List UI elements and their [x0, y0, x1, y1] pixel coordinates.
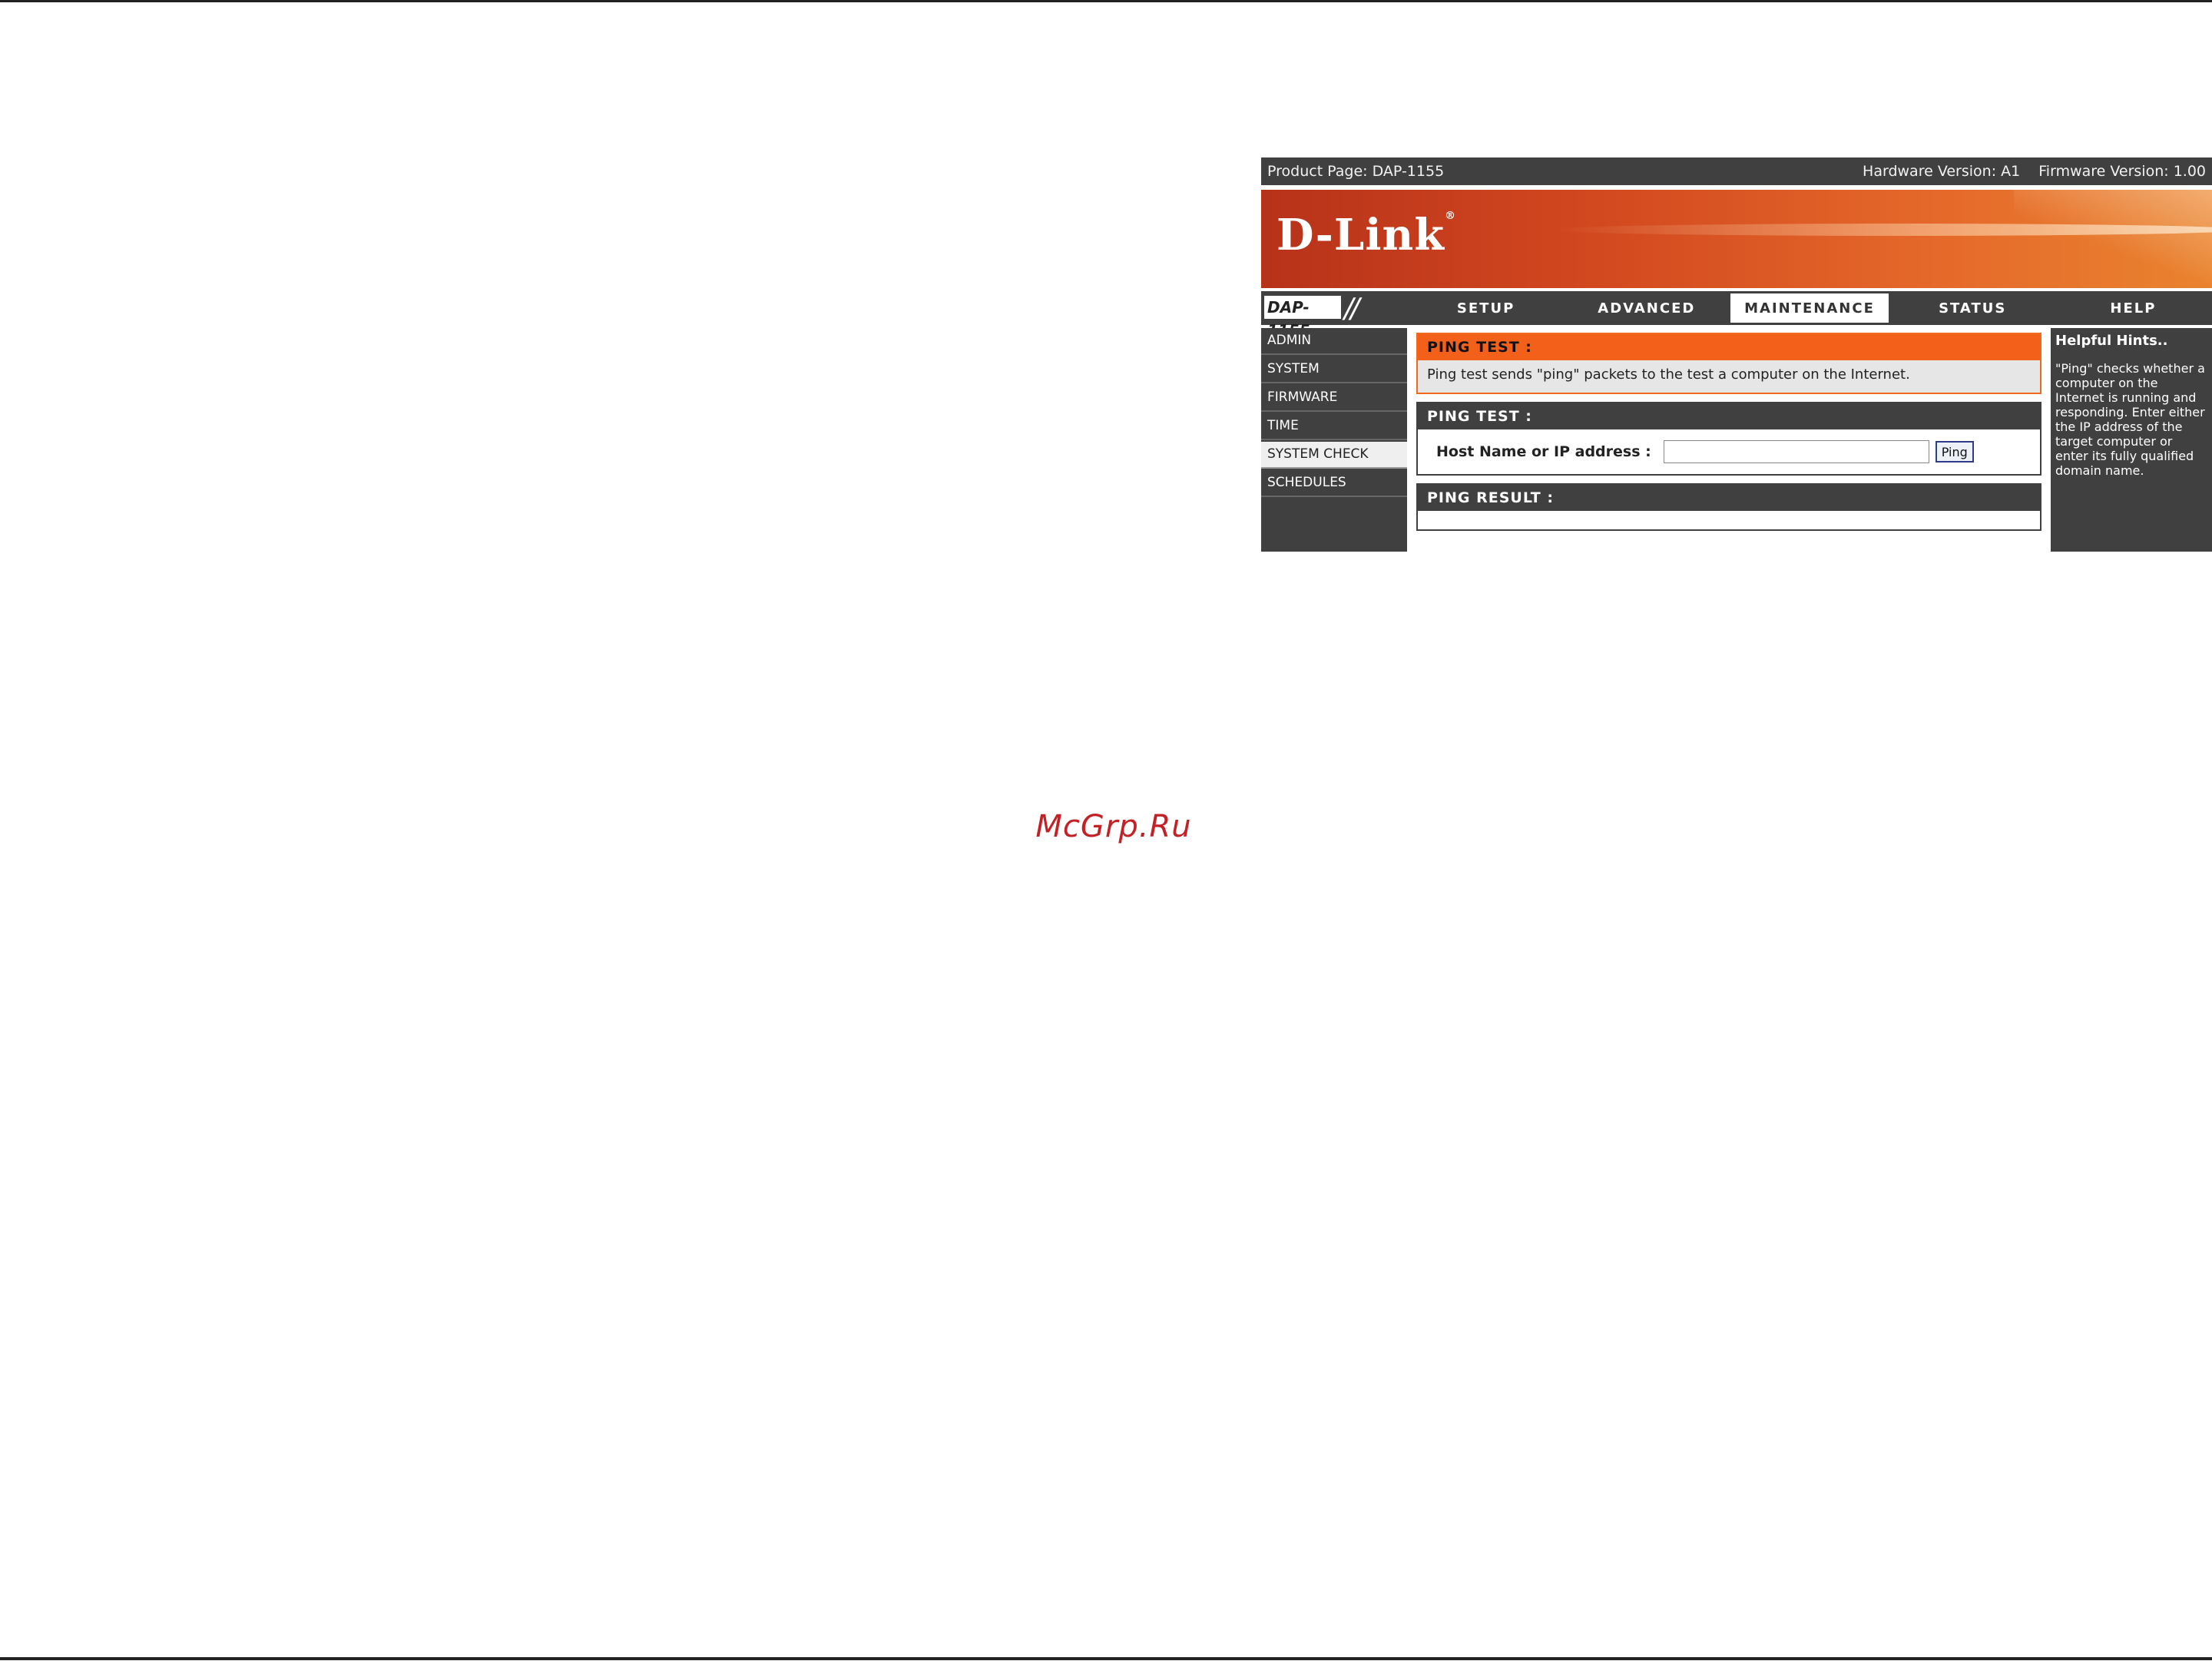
watermark: McGrp.Ru: [1035, 809, 1192, 844]
ping-result-box: PING RESULT :: [1416, 483, 2041, 531]
hints-title: Helpful Hints..: [2055, 333, 2168, 349]
ping-intro-text: Ping test sends "ping" packets to the te…: [1418, 360, 2040, 393]
host-label: Host Name or IP address :: [1436, 443, 1651, 460]
banner-swoosh-right: [2014, 190, 2212, 288]
ping-test-title: PING TEST :: [1418, 403, 2040, 429]
tab-help[interactable]: HELP: [2054, 291, 2212, 325]
brand-banner: D-Link®: [1261, 190, 2212, 288]
main-content: PING TEST : Ping test sends "ping" packe…: [1416, 333, 2041, 539]
sidebar-item-time[interactable]: TIME: [1261, 413, 1407, 440]
tab-maintenance[interactable]: MAINTENANCE: [1728, 291, 1891, 325]
version-info: Hardware Version: A1 Firmware Version: 1…: [1849, 163, 2206, 180]
tab-setup[interactable]: SETUP: [1407, 291, 1565, 325]
tab-advanced[interactable]: ADVANCED: [1568, 291, 1726, 325]
top-info-bar: Product Page: DAP-1155 Hardware Version:…: [1261, 157, 2212, 185]
dlink-logo: D-Link®: [1277, 210, 1457, 260]
model-badge: DAP-1155 //: [1261, 291, 1404, 340]
tab-status[interactable]: STATUS: [1893, 291, 2051, 325]
sidebar-item-admin[interactable]: ADMIN: [1261, 328, 1407, 355]
sidebar-item-firmware[interactable]: FIRMWARE: [1261, 385, 1407, 412]
hints-text: "Ping" checks whether a computer on the …: [2055, 361, 2205, 478]
sidebar-item-system-check[interactable]: SYSTEM CHECK: [1261, 442, 1407, 469]
top-rule: [0, 0, 2212, 2]
ping-test-box: PING TEST : Host Name or IP address : Pi…: [1416, 402, 2041, 476]
ping-result-title: PING RESULT :: [1418, 485, 2040, 511]
model-label: DAP-1155: [1264, 296, 1341, 340]
hardware-version: Hardware Version: A1: [1863, 163, 2021, 180]
product-page-label: Product Page: DAP-1155: [1267, 163, 1445, 180]
firmware-version: Firmware Version: 1.00: [2038, 163, 2206, 180]
helpful-hints-panel: Helpful Hints.. "Ping" checks whether a …: [2051, 328, 2212, 552]
bottom-rule: [0, 1657, 2212, 1660]
ping-intro-box: PING TEST : Ping test sends "ping" packe…: [1416, 333, 2041, 394]
router-admin-panel: Product Page: DAP-1155 Hardware Version:…: [1261, 157, 2212, 552]
sidebar: ADMIN SYSTEM FIRMWARE TIME SYSTEM CHECK …: [1261, 328, 1407, 552]
ping-form: Host Name or IP address : Ping: [1418, 429, 2040, 474]
slash-decoration-icon: //: [1344, 293, 1359, 324]
sidebar-item-schedules[interactable]: SCHEDULES: [1261, 470, 1407, 497]
ping-button[interactable]: Ping: [1935, 441, 1974, 462]
ping-result-output: [1418, 511, 2040, 529]
host-input[interactable]: [1663, 440, 1929, 463]
main-nav: DAP-1155 // SETUP ADVANCED MAINTENANCE S…: [1261, 291, 2212, 340]
ping-intro-title: PING TEST :: [1418, 334, 2040, 360]
sidebar-item-system[interactable]: SYSTEM: [1261, 356, 1407, 383]
